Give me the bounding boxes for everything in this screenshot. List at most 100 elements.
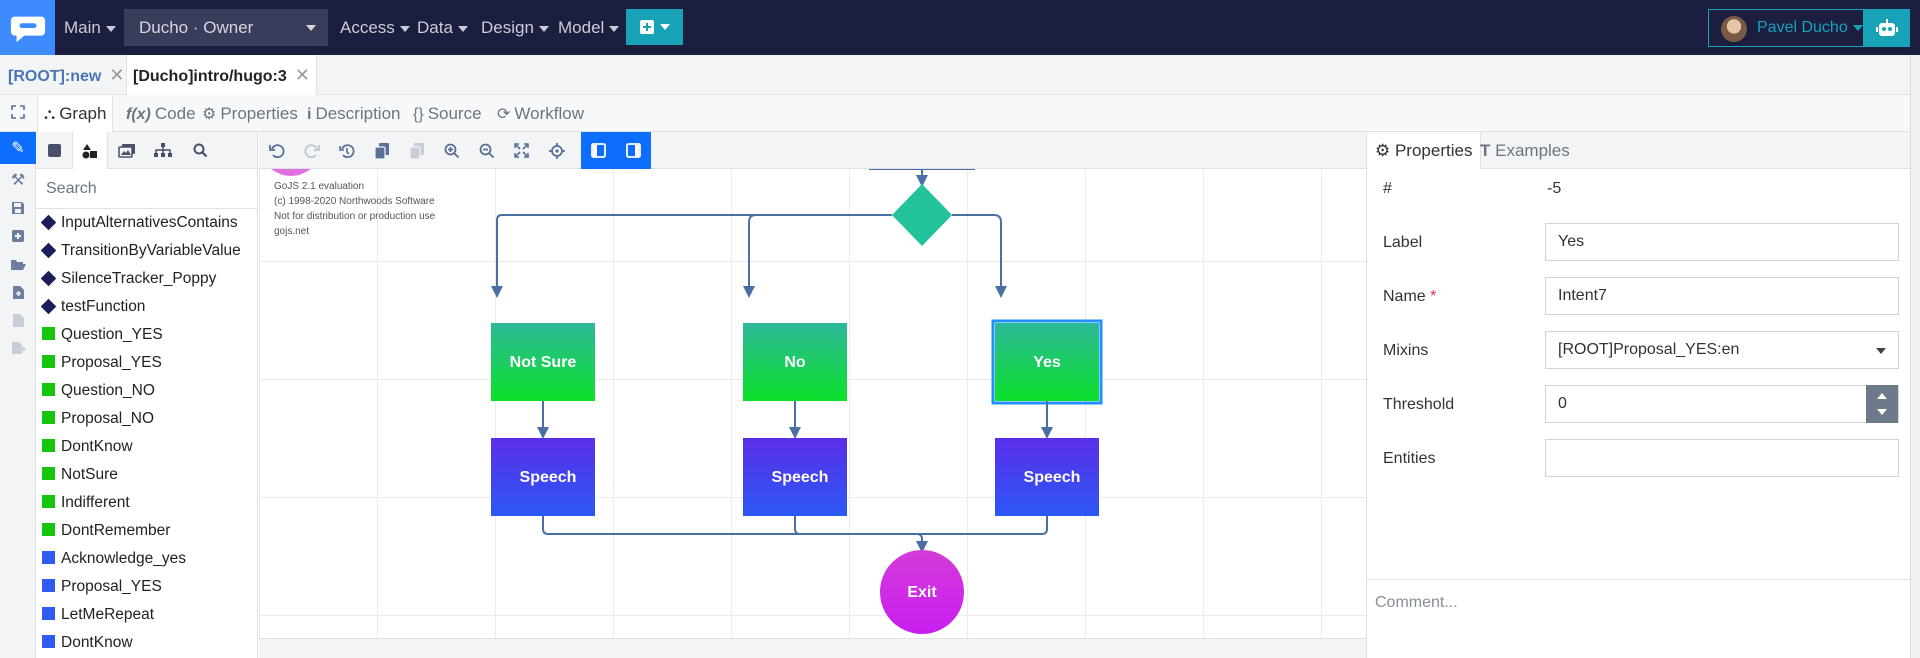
menu-access[interactable]: Access (340, 0, 410, 55)
add-new-button[interactable] (626, 9, 683, 45)
diamond-icon (40, 242, 57, 259)
paste-button[interactable] (399, 132, 434, 169)
top-navbar: Main Ducho · Owner Access Data Design Mo… (0, 0, 1920, 55)
palette-item[interactable]: testFunction (36, 293, 257, 321)
threshold-input[interactable]: 0 (1545, 385, 1899, 423)
palette-item[interactable]: Acknowledge_yes (36, 545, 257, 573)
square-icon (42, 579, 55, 592)
refresh-icon: ⟳ (497, 106, 511, 123)
hammer-icon: ⚒ (10, 172, 26, 189)
toggle-right-panel-button[interactable] (616, 132, 651, 169)
zoom-out-button[interactable] (469, 132, 504, 169)
copy-button[interactable] (364, 132, 399, 169)
square-icon (42, 551, 55, 564)
tab-source-label: Source (427, 104, 482, 123)
menu-main[interactable]: Main (64, 0, 116, 55)
undo-icon (268, 143, 284, 158)
link-to-exit (794, 516, 922, 535)
palette-images-button[interactable] (109, 132, 145, 169)
mixins-select[interactable]: [ROOT]Proposal_YES:en (1545, 331, 1899, 369)
palette-shapes-button[interactable] (72, 132, 108, 169)
bot-button[interactable] (1864, 9, 1910, 47)
palette-item[interactable]: Question_YES (36, 321, 257, 349)
share-button[interactable] (0, 332, 36, 364)
center-button[interactable] (539, 132, 574, 169)
palette-item[interactable]: InputAlternativesContains (36, 209, 257, 237)
editor-tabs: ⛬ Graph f(x) Code ⚙ Properties i Description… (0, 95, 1910, 132)
palette-search-button[interactable] (182, 132, 218, 169)
palette-item-label: DontKnow (61, 634, 133, 651)
expand-icon (11, 105, 25, 119)
name-input-value: Intent7 (1558, 287, 1607, 304)
link-to-yes (952, 214, 1007, 298)
tab-workflow[interactable]: ⟳ Workflow (497, 95, 584, 132)
palette-item-label: Question_YES (61, 326, 163, 343)
palette-item[interactable]: DontKnow (36, 433, 257, 461)
sitemap-icon: ⛬ (44, 106, 56, 123)
name-input[interactable]: Intent7 (1545, 277, 1899, 315)
doc-tab-hugo[interactable]: [Ducho]intro/hugo:3 ✕ (126, 55, 317, 95)
palette-item[interactable]: DontKnow (36, 629, 257, 657)
edit-button[interactable]: ✎ (0, 132, 36, 164)
fit-button[interactable] (504, 132, 539, 169)
owner-select[interactable]: Ducho · Owner (124, 9, 328, 46)
palette-item[interactable]: Proposal_YES (36, 349, 257, 377)
user-menu-button[interactable]: Pavel Ducho (1708, 9, 1864, 47)
menu-model[interactable]: Model (558, 0, 620, 55)
label-input[interactable]: Yes (1545, 223, 1899, 261)
palette-item[interactable]: DontRemember (36, 517, 257, 545)
field-threshold-label: Threshold (1383, 396, 1455, 413)
caret-up-icon[interactable] (1877, 393, 1887, 399)
tab-graph[interactable]: ⛬ Graph (37, 95, 114, 132)
redo-button[interactable] (294, 132, 329, 169)
fullscreen-button[interactable] (0, 95, 36, 132)
comment-textarea[interactable]: Comment... (1367, 579, 1911, 658)
field-mixins-label: Mixins (1383, 342, 1429, 359)
palette-item[interactable]: SilenceTracker_Poppy (36, 265, 257, 293)
graph-canvas[interactable]: GoJS 2.1 evaluation (c) 1998-2020 Northw… (259, 169, 1366, 638)
palette-item-label: SilenceTracker_Poppy (61, 270, 217, 287)
tab-code[interactable]: f(x) Code (126, 95, 196, 132)
history-button[interactable] (329, 132, 364, 169)
entities-input[interactable] (1545, 439, 1899, 477)
threshold-stepper[interactable] (1866, 385, 1898, 423)
doc-tab-label: [ROOT]:new (8, 68, 102, 85)
field-name-label-text: Name (1383, 288, 1426, 305)
palette-tree-button[interactable] (145, 132, 181, 169)
tab-label: Examples (1495, 141, 1570, 160)
decision-node[interactable] (892, 184, 952, 246)
tab-properties-panel[interactable]: ⚙ Properties (1367, 132, 1482, 169)
palette-item[interactable]: Question_NO (36, 377, 257, 405)
menu-data[interactable]: Data (417, 0, 468, 55)
tab-description[interactable]: i Description (307, 95, 401, 132)
tab-source[interactable]: {} Source (413, 95, 482, 132)
palette-item-label: DontRemember (61, 522, 171, 539)
tab-examples[interactable]: T Examples (1480, 132, 1570, 169)
tab-properties[interactable]: ⚙ Properties (202, 95, 298, 132)
palette-item[interactable]: LetMeRepeat (36, 601, 257, 629)
menu-design[interactable]: Design (481, 0, 549, 55)
doc-tab-root-new[interactable]: [ROOT]:new ✕ (8, 55, 124, 95)
owner-select-value: Ducho · Owner (139, 18, 254, 37)
palette-item[interactable]: TransitionByVariableValue (36, 237, 257, 265)
undo-button[interactable] (259, 132, 294, 169)
palette-item[interactable]: Indifferent (36, 489, 257, 517)
palette-square-button[interactable] (36, 132, 72, 169)
app-logo[interactable] (0, 0, 55, 55)
palette-search-input[interactable] (36, 169, 257, 209)
page-scrollbar[interactable] (1910, 55, 1920, 658)
palette-item-label: Proposal_YES (61, 354, 162, 371)
file-share-icon (11, 342, 26, 354)
tab-code-label: Code (154, 104, 196, 123)
palette-item-label: LetMeRepeat (61, 606, 155, 623)
palette-item[interactable]: NotSure (36, 461, 257, 489)
close-icon[interactable]: ✕ (295, 65, 310, 85)
palette-item[interactable]: Proposal_YES (36, 573, 257, 601)
zoom-out-icon (479, 143, 494, 158)
close-icon[interactable]: ✕ (109, 65, 124, 85)
palette-item[interactable]: Proposal_NO (36, 405, 257, 433)
caret-down-icon[interactable] (1877, 409, 1887, 415)
toggle-left-panel-button[interactable] (581, 132, 616, 169)
square-icon (42, 607, 55, 620)
zoom-in-button[interactable] (434, 132, 469, 169)
